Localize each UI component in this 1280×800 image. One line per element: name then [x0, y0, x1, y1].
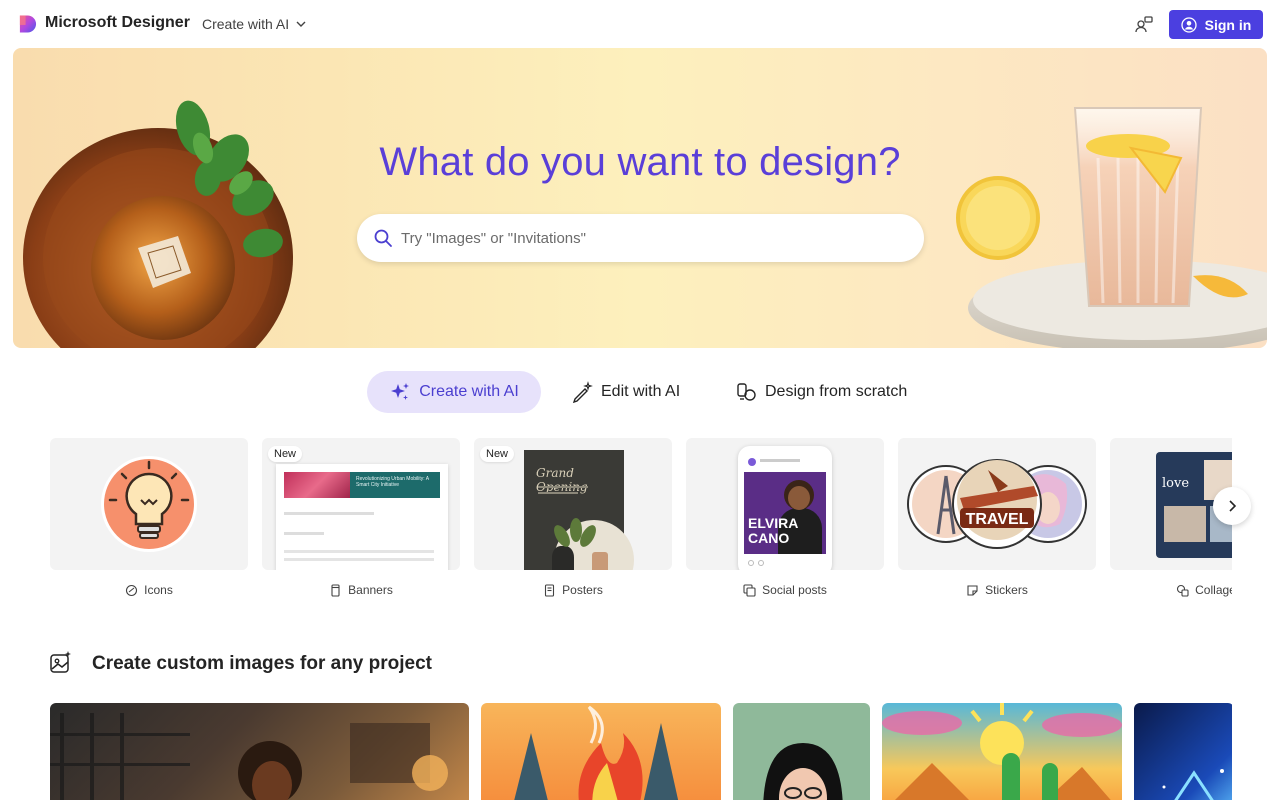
- category-label: Stickers: [898, 582, 1096, 598]
- magic-pen-icon: [572, 381, 593, 403]
- poster-preview: Grand Opening: [524, 450, 634, 570]
- tab-label: Create with AI: [419, 383, 519, 400]
- chevron-down-icon: [296, 21, 306, 27]
- category-thumbnail: Grand Opening New: [474, 438, 672, 570]
- feedback-icon[interactable]: [1134, 15, 1154, 35]
- category-card-stickers[interactable]: TRAVEL Stickers: [898, 438, 1096, 608]
- social-post-icon: [743, 583, 756, 597]
- sparkle-icon: [391, 383, 410, 400]
- sign-in-button[interactable]: Sign in: [1169, 10, 1263, 39]
- category-label: Posters: [474, 582, 672, 598]
- category-card-collages[interactable]: love Collages: [1110, 438, 1232, 608]
- social-name-first: ELVIRA: [748, 515, 799, 531]
- user-circle-icon: [1181, 16, 1197, 33]
- phone-preview: ELVIRA CANO: [738, 446, 832, 570]
- category-name: Social posts: [762, 583, 827, 597]
- category-thumbnail: ELVIRA CANO: [686, 438, 884, 570]
- image-gallery: [50, 703, 1232, 800]
- category-card-social-posts[interactable]: ELVIRA CANO Social posts: [686, 438, 884, 608]
- category-thumbnail: [50, 438, 248, 570]
- lemonade-glass-illustration: [956, 107, 1267, 348]
- lightbulb-icon: [101, 456, 197, 552]
- sign-in-label: Sign in: [1204, 16, 1252, 33]
- design-search-bar[interactable]: [357, 214, 924, 262]
- gallery-image-portrait[interactable]: [733, 703, 870, 800]
- dropdown-label: Create with AI: [202, 16, 290, 32]
- banner-icon: [331, 583, 340, 597]
- poster-headline: Grand Opening: [536, 466, 588, 494]
- category-thumbnail: TRAVEL: [898, 438, 1096, 570]
- category-card-banners[interactable]: Revolutionizing Urban Mobility: A Smart …: [262, 438, 460, 608]
- create-with-ai-dropdown[interactable]: Create with AI: [202, 16, 307, 32]
- section-title: Create custom images for any project: [92, 653, 432, 674]
- category-card-posters[interactable]: Grand Opening New Posters: [474, 438, 672, 608]
- category-thumbnail: Revolutionizing Urban Mobility: A Smart …: [262, 438, 460, 570]
- shapes-icon: [737, 383, 756, 401]
- new-badge: New: [268, 446, 303, 462]
- top-bar: Microsoft Designer Create with AI Sign i…: [0, 0, 1280, 48]
- collage-word: love: [1162, 476, 1190, 491]
- tab-edit-with-ai[interactable]: Edit with AI: [571, 371, 680, 413]
- banner-preview: Revolutionizing Urban Mobility: A Smart …: [276, 464, 448, 570]
- brand-name[interactable]: Microsoft Designer: [45, 14, 190, 32]
- chevron-right-icon: [1229, 500, 1237, 512]
- tab-label: Edit with AI: [601, 383, 681, 400]
- hero-banner: What do you want to design?: [13, 48, 1267, 348]
- gallery-image-woman-reading[interactable]: [50, 703, 469, 800]
- gallery-image-neon-house[interactable]: [1134, 703, 1232, 800]
- search-input[interactable]: [401, 226, 901, 250]
- category-name: Banners: [348, 583, 393, 597]
- banner-headline: Revolutionizing Urban Mobility: A Smart …: [356, 476, 429, 488]
- designer-logo-icon[interactable]: [18, 14, 37, 34]
- gallery-image-fire[interactable]: [481, 703, 721, 800]
- sticker-word: TRAVEL: [965, 511, 1029, 528]
- tab-create-with-ai[interactable]: Create with AI: [367, 371, 541, 413]
- honey-jar-illustration: [23, 100, 293, 348]
- new-badge: New: [480, 446, 515, 462]
- category-name: Icons: [144, 583, 173, 597]
- poster-icon: [545, 583, 555, 597]
- icon-shape-icon: [126, 584, 138, 596]
- travel-stickers-illustration: [907, 459, 1087, 549]
- mode-tabs: Create with AI Edit with AI Design from …: [0, 371, 1280, 413]
- gallery-image-desert-cactus[interactable]: [882, 703, 1122, 800]
- image-sparkle-icon: [50, 651, 71, 673]
- sticker-icon: [967, 584, 978, 596]
- category-name: Stickers: [985, 583, 1028, 597]
- category-name: Posters: [562, 583, 603, 597]
- tab-design-from-scratch[interactable]: Design from scratch: [735, 371, 907, 413]
- category-name: Collages: [1195, 583, 1232, 597]
- category-card-icons[interactable]: Icons: [50, 438, 248, 608]
- collage-icon: [1177, 584, 1189, 597]
- category-label: Collages: [1110, 582, 1232, 598]
- category-label: Banners: [262, 582, 460, 598]
- search-icon: [374, 229, 392, 247]
- category-carousel: Icons Revolutionizing Urban Mobility: A …: [50, 438, 1232, 608]
- carousel-next-button[interactable]: [1213, 487, 1251, 525]
- tab-label: Design from scratch: [765, 383, 908, 400]
- category-label: Icons: [50, 582, 248, 598]
- category-label: Social posts: [686, 582, 884, 598]
- social-name-last: CANO: [748, 530, 790, 546]
